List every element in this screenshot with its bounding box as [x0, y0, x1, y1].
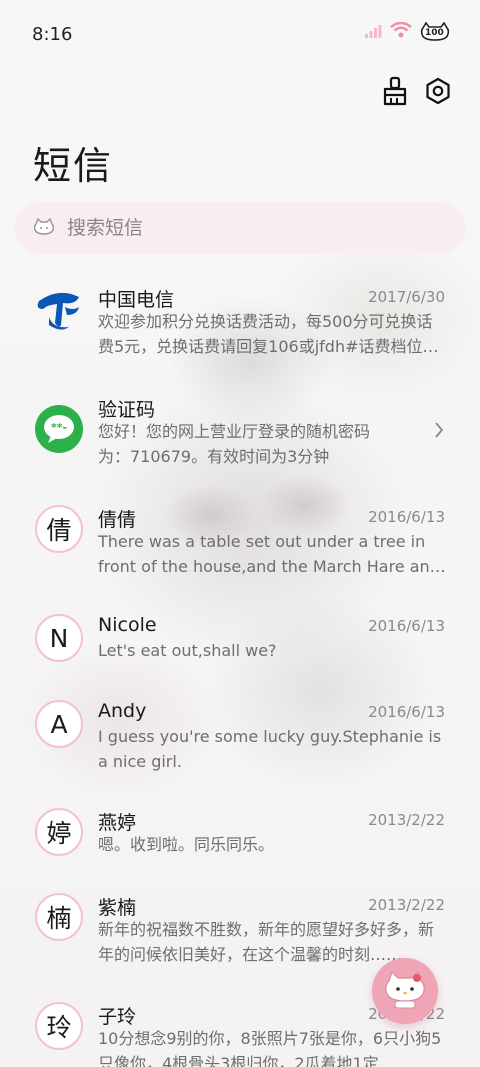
message-date: 2013/2/22: [368, 896, 445, 914]
message-preview: 您好！您的网上营业厅登录的随机密码为：710679。有效时间为3分钟: [98, 422, 371, 466]
settings-button[interactable]: [423, 77, 453, 109]
conversation-item[interactable]: **- 验证码 您好！您的网上营业厅登录的随机密码为：710679。有效时间为3…: [0, 395, 480, 475]
avatar: 倩: [35, 505, 83, 553]
cat-search-icon: [33, 217, 55, 239]
chevron-right-icon: [434, 421, 444, 443]
avatar: A: [35, 700, 83, 748]
contact-name: 子玲: [98, 1006, 137, 1028]
message-date: 2017/6/30: [368, 288, 445, 306]
search-bar[interactable]: [15, 202, 465, 254]
avatar: N: [35, 614, 83, 662]
clean-button[interactable]: [380, 76, 410, 110]
hello-kitty-compose-icon: [383, 969, 427, 1013]
message-date: 2016/6/13: [368, 617, 445, 635]
contact-name: Nicole: [98, 614, 157, 636]
page-title: 短信: [33, 144, 114, 188]
conversation-item[interactable]: 倩 倩倩 2016/6/13 There was a table set out…: [0, 505, 480, 585]
contact-name: 验证码: [98, 399, 156, 421]
conversation-item[interactable]: 中国电信 2017/6/30 欢迎参加积分兑换话费活动，每500分可兑换话费5元…: [0, 285, 480, 365]
settings-hexagon-icon: [424, 77, 452, 109]
contact-name: 紫楠: [98, 897, 137, 919]
message-date: 2016/6/13: [368, 508, 445, 526]
svg-text:**-: **-: [51, 421, 67, 434]
conversation-item[interactable]: N Nicole 2016/6/13 Let's eat out,shall w…: [0, 614, 480, 664]
contact-name: 燕婷: [98, 812, 137, 834]
avatar: 玲: [35, 1002, 83, 1050]
message-date: 2016/6/13: [368, 703, 445, 721]
contact-name: Andy: [98, 700, 147, 722]
signal-icon: [364, 23, 382, 42]
avatar: 婷: [35, 808, 83, 856]
message-preview: 10分想念9别的你，8张照片7张是你，6只小狗5只像你，4根骨头3根归你，2瓜着…: [98, 1029, 442, 1067]
avatar: 楠: [35, 893, 83, 941]
status-time: 8:16: [32, 24, 73, 45]
search-input[interactable]: [67, 217, 427, 239]
conversation-item[interactable]: A Andy 2016/6/13 I guess you're some luc…: [0, 700, 480, 780]
status-icons: 100: [364, 21, 450, 42]
battery-level: 100: [425, 28, 444, 38]
contact-name: 倩倩: [98, 509, 137, 531]
broom-icon: [381, 76, 409, 110]
message-preview: I guess you're some lucky guy.Stephanie …: [98, 727, 442, 771]
message-preview: 欢迎参加积分兑换话费活动，每500分可兑换话费5元，兑换话费请回复106或jfd…: [98, 312, 439, 356]
china-telecom-logo-icon: [35, 285, 83, 333]
wifi-icon: [390, 21, 412, 42]
message-preview: There was a table set out under a tree i…: [98, 532, 440, 576]
message-date: 2013/2/22: [368, 811, 445, 829]
contact-name: 中国电信: [98, 289, 175, 311]
message-bubble-icon: **-: [35, 405, 83, 453]
battery-icon: 100: [420, 22, 450, 42]
message-preview: Let's eat out,shall we?: [98, 641, 277, 660]
conversation-item[interactable]: 婷 燕婷 2013/2/22 嗯。收到啦。同乐同乐。: [0, 808, 480, 858]
message-preview: 嗯。收到啦。同乐同乐。: [98, 835, 275, 854]
compose-button[interactable]: [372, 958, 438, 1024]
